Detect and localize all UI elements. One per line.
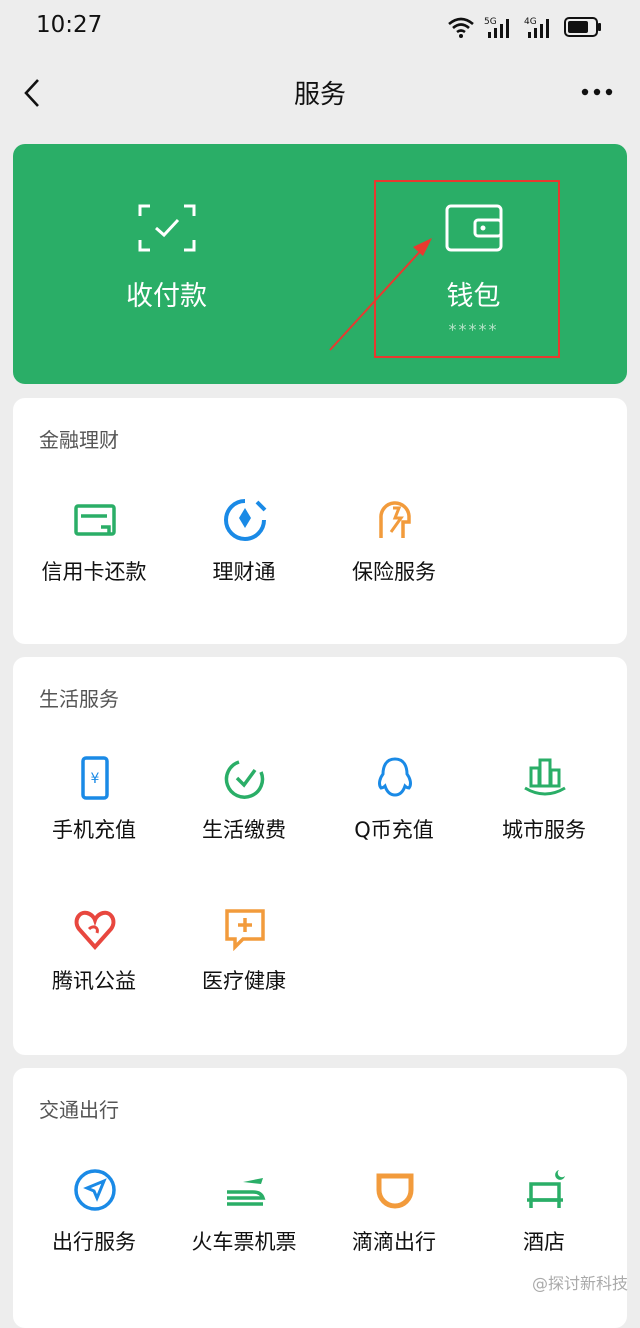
status-time: 10:27 (36, 12, 103, 38)
travel-title: 交通出行 (39, 1098, 119, 1122)
status-icons: 5G 4G (448, 14, 602, 40)
scan-pay-icon (138, 204, 195, 252)
qq-coin-button[interactable]: Q币充值 (319, 756, 469, 876)
qq-coin-label: Q币充值 (354, 818, 434, 842)
train-plane-label: 火车票机票 (191, 1230, 297, 1254)
wifi-icon (448, 17, 474, 38)
phone-topup-label: 手机充值 (52, 818, 136, 842)
finance-title: 金融理财 (39, 428, 119, 452)
signal-5g-icon: 5G (484, 17, 509, 38)
wallet-balance: ***** (448, 320, 499, 339)
watermark: @探讨新科技 (531, 1274, 628, 1293)
didi-button[interactable]: 滴滴出行 (319, 1168, 469, 1288)
charity-label: 腾讯公益 (52, 969, 136, 993)
train-plane-button[interactable]: 火车票机票 (169, 1168, 319, 1288)
wallet-button[interactable]: 钱包 ***** (320, 144, 627, 384)
more-button[interactable] (580, 82, 614, 102)
charity-heart-icon (74, 910, 116, 951)
medical-icon (225, 909, 265, 951)
train-plane-icon (227, 1178, 266, 1206)
hero-card: 收付款 钱包 ***** (13, 144, 627, 384)
life-services-title: 生活服务 (39, 687, 119, 711)
wealth-label: 理财通 (212, 560, 276, 584)
wallet-icon (445, 204, 502, 252)
credit-card-repay-label: 信用卡还款 (41, 560, 147, 584)
hotel-bed-icon (527, 1170, 565, 1208)
wealth-icon (224, 499, 267, 541)
svg-text:5G: 5G (484, 17, 497, 27)
didi-label: 滴滴出行 (352, 1230, 436, 1254)
signal-4g-icon: 4G (524, 17, 549, 38)
wealth-button[interactable]: 理财通 (169, 498, 319, 618)
travel-service-button[interactable]: 出行服务 (19, 1168, 169, 1288)
travel-service-label: 出行服务 (52, 1230, 136, 1254)
finance-card: 金融理财 信用卡还款 理财通 保险服务 (13, 398, 627, 644)
didi-icon (376, 1173, 414, 1209)
city-service-label: 城市服务 (502, 818, 586, 842)
life-services-card: 生活服务 ¥ 手机充值 生活缴费 Q币充值 城市服务 腾讯公益 医疗健康 (13, 657, 627, 1055)
qq-coin-icon (378, 757, 412, 797)
utility-bill-icon (224, 760, 265, 799)
utility-bill-button[interactable]: 生活缴费 (169, 756, 319, 876)
phone-topup-button[interactable]: ¥ 手机充值 (19, 756, 169, 876)
medical-label: 医疗健康 (202, 969, 286, 993)
hotel-label: 酒店 (523, 1230, 565, 1254)
nav-bar: 服务 (0, 54, 640, 132)
insurance-button[interactable]: 保险服务 (319, 498, 469, 618)
battery-icon (564, 17, 601, 37)
insurance-icon (379, 501, 411, 538)
medical-button[interactable]: 医疗健康 (169, 907, 319, 1027)
wallet-label: 钱包 (446, 281, 501, 312)
charity-button[interactable]: 腾讯公益 (19, 907, 169, 1027)
city-service-button[interactable]: 城市服务 (469, 756, 619, 876)
phone-topup-icon: ¥ (81, 756, 109, 800)
pay-receive-button[interactable]: 收付款 (13, 144, 320, 384)
more-dots-icon (581, 88, 613, 96)
pay-receive-label: 收付款 (126, 281, 207, 312)
insurance-label: 保险服务 (352, 560, 436, 584)
credit-card-icon (74, 504, 116, 536)
utility-bill-label: 生活缴费 (202, 818, 286, 842)
city-service-icon (524, 758, 566, 796)
navigation-icon (74, 1169, 116, 1211)
status-bar: 10:27 5G 4G (0, 0, 640, 54)
svg-text:4G: 4G (524, 17, 537, 27)
svg-text:¥: ¥ (91, 771, 100, 787)
credit-card-repay-button[interactable]: 信用卡还款 (19, 498, 169, 618)
page-title: 服务 (293, 80, 346, 110)
